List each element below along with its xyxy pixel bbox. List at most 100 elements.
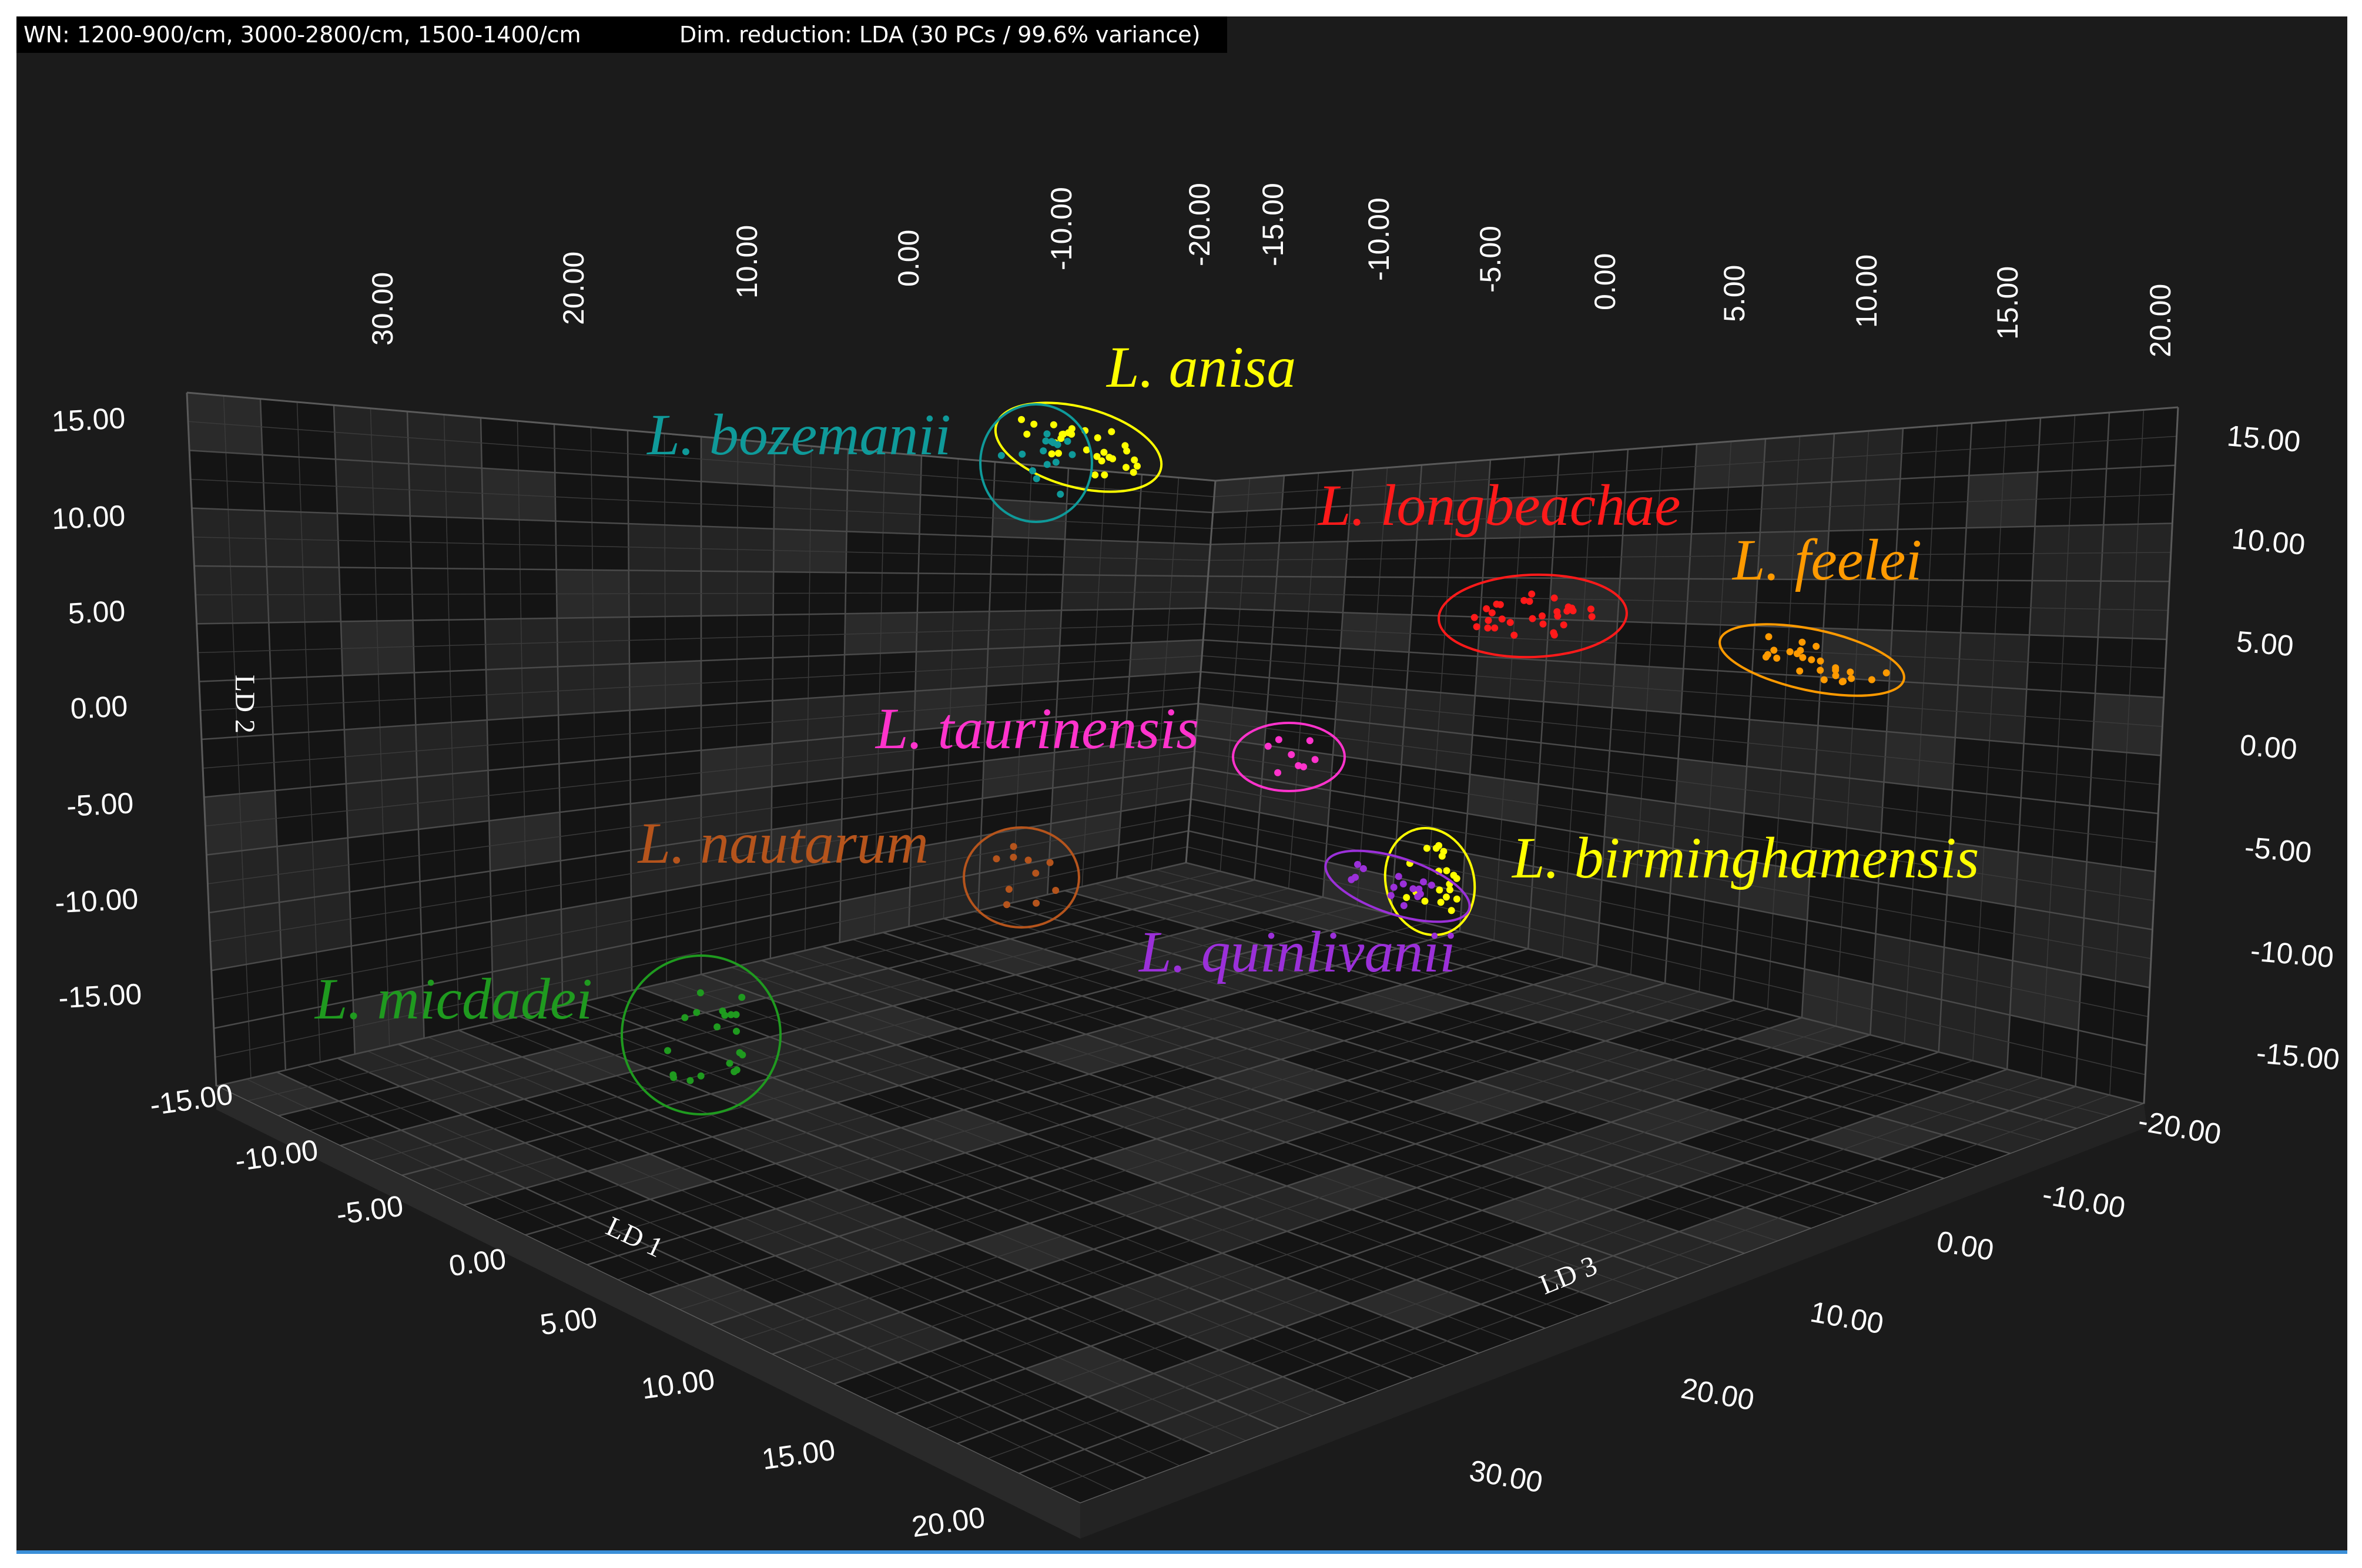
data-point (1057, 435, 1065, 442)
lda-3d-scatter[interactable]: 15.00 10.00 5.00 0.00 -5.00 -10.00 -15.00 15.00… (16, 16, 2347, 1550)
ld3-tick-label: -10.00 (2040, 1178, 2128, 1225)
data-point (1359, 865, 1367, 872)
ld2-tick-label: 10.00 (51, 499, 126, 535)
ld1-top-tick-label: 0.00 (892, 230, 925, 287)
data-point (1032, 869, 1040, 877)
data-point (1539, 620, 1547, 628)
cluster-label: L. bozemanii (646, 402, 951, 467)
data-point (1130, 468, 1137, 476)
data-point (1421, 897, 1429, 905)
data-point (721, 1011, 729, 1019)
data-point (1108, 428, 1115, 435)
cluster-label: L. birminghamensis (1511, 825, 1979, 890)
ld1-tick-label: -10.00 (233, 1133, 320, 1177)
ld1-top-tick-label: 20.00 (557, 252, 590, 325)
data-point (1395, 873, 1402, 880)
data-point (1882, 669, 1890, 676)
data-point (1023, 430, 1031, 438)
data-point (1068, 451, 1076, 458)
data-point (1832, 666, 1840, 674)
data-point (1134, 463, 1141, 470)
data-point (1770, 646, 1778, 654)
ld3-top-tick-label: 5.00 (1718, 265, 1751, 322)
data-point (1798, 638, 1806, 646)
ld3-top-tick-label: 10.00 (1850, 254, 1883, 328)
data-point (997, 452, 1005, 459)
data-point (1848, 675, 1855, 682)
data-point (1443, 893, 1450, 901)
data-point (1420, 878, 1427, 886)
data-point (732, 1011, 740, 1018)
data-point (1587, 605, 1594, 613)
data-point (1437, 899, 1445, 906)
data-point (726, 1060, 733, 1067)
ld3-top-tick-label: -5.00 (1474, 226, 1507, 293)
data-point (1390, 883, 1398, 891)
ld1-tick-label: 15.00 (760, 1433, 837, 1476)
plot-frame: WN: 1200-900/cm, 3000-2800/cm, 1500-1400… (16, 16, 2347, 1554)
data-point (664, 1047, 671, 1054)
ld2-right-tick-label: 0.00 (2239, 728, 2299, 766)
cluster-label: L. anisa (1105, 334, 1296, 400)
ld3-tick-label: 10.00 (1808, 1295, 1886, 1341)
ld3-tick-label: 0.00 (1934, 1225, 1996, 1267)
data-point (696, 989, 704, 997)
data-point (1052, 458, 1060, 466)
data-point (1295, 762, 1302, 769)
data-point (1123, 447, 1131, 455)
data-point (1046, 859, 1054, 866)
ld3-top-tick-label: -15.00 (1257, 183, 1289, 266)
data-point (736, 1049, 743, 1057)
ld1-tick-label: 5.00 (538, 1301, 599, 1341)
data-point (1443, 867, 1450, 875)
data-point (681, 1014, 689, 1021)
data-point (1808, 656, 1815, 664)
data-point (1510, 631, 1518, 639)
cluster-label: L. longbeachae (1317, 473, 1681, 538)
data-point (1091, 471, 1099, 479)
data-point (1820, 676, 1828, 684)
cluster-label: L. taurinensis (875, 696, 1199, 761)
data-point (1786, 648, 1794, 655)
data-point (1024, 856, 1032, 864)
ld1-top-tick-label: 10.00 (731, 225, 763, 299)
data-point (1003, 901, 1010, 909)
data-point (1275, 736, 1282, 743)
data-point (1131, 456, 1138, 464)
data-point (1101, 471, 1108, 479)
cluster-label: L. micdadei (314, 966, 592, 1031)
data-point (1400, 902, 1408, 909)
ld1-tick-label: 20.00 (910, 1500, 987, 1543)
data-point (1799, 654, 1807, 661)
data-point (1123, 464, 1130, 471)
data-point (993, 855, 1000, 863)
data-point (1050, 421, 1057, 428)
ld3-top-tick-label: 15.00 (1991, 266, 2024, 340)
data-point (1560, 621, 1567, 629)
data-point (1817, 666, 1824, 674)
cluster-label: L. nautarum (636, 810, 929, 876)
data-point (1064, 437, 1071, 445)
ld2-tick-label: -5.00 (66, 786, 135, 823)
data-point (1491, 624, 1499, 632)
data-point (1010, 843, 1017, 850)
ld3-top-tick-label: 20.00 (2144, 284, 2177, 357)
data-point (1030, 420, 1038, 428)
data-point (1553, 608, 1561, 615)
ld2-tick-label: 15.00 (51, 401, 126, 438)
data-point (1539, 612, 1546, 619)
data-point (1264, 742, 1272, 750)
data-point (1010, 853, 1017, 861)
data-point (1399, 880, 1407, 887)
data-point (1764, 651, 1771, 658)
data-point (1446, 886, 1453, 893)
data-point (1817, 657, 1824, 665)
ld2-tick-label: -10.00 (54, 882, 139, 919)
data-point (1054, 441, 1061, 448)
data-point (1453, 895, 1460, 903)
ld1-tick-label: -15.00 (148, 1077, 234, 1121)
data-point (1029, 467, 1036, 474)
ld2-right-tick-label: 5.00 (2235, 625, 2295, 662)
data-point (1274, 769, 1282, 776)
data-point (1484, 624, 1492, 632)
